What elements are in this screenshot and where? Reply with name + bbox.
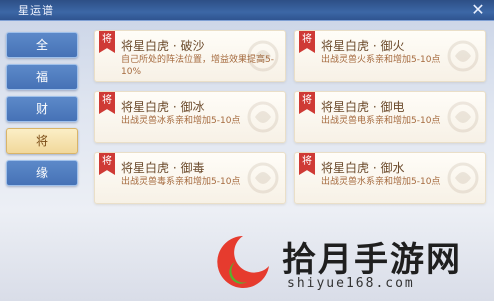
tab-all[interactable]: 全: [6, 32, 78, 58]
tab-label: 全: [35, 38, 48, 52]
watermark-brand: 拾月手游网: [282, 240, 462, 280]
card-title: 将星白虎 · 御水: [321, 161, 405, 175]
star-card-yushui[interactable]: 将 将星白虎 · 御水 出战灵兽水系亲和增加5-10点: [294, 152, 486, 204]
tiger-seal-icon: [247, 101, 279, 133]
tiger-seal-icon: [247, 162, 279, 194]
close-icon[interactable]: ✕: [468, 0, 488, 20]
general-badge: 将: [299, 153, 315, 175]
tab-general[interactable]: 将: [6, 128, 78, 154]
window-title: 星运谱: [18, 4, 54, 17]
general-badge: 将: [99, 31, 115, 53]
card-title: 将星白虎 · 御毒: [121, 161, 205, 175]
watermark-url: shiyue168.com: [287, 276, 415, 291]
tab-label: 缘: [35, 166, 48, 180]
star-card-posha[interactable]: 将 将星白虎 · 破沙 自己所处的阵法位置，增益效果提高5-10%: [94, 30, 286, 82]
card-title: 将星白虎 · 御火: [321, 39, 405, 53]
tiger-seal-icon: [447, 40, 479, 72]
tiger-seal-icon: [447, 162, 479, 194]
card-title: 将星白虎 · 御冰: [121, 100, 205, 114]
tiger-seal-icon: [247, 40, 279, 72]
window-header: 星运谱 ✕: [0, 0, 494, 21]
tab-label: 财: [35, 102, 48, 116]
general-badge: 将: [99, 153, 115, 175]
site-watermark: 拾月手游网 shiyue168.com: [0, 224, 494, 301]
tab-fate[interactable]: 缘: [6, 160, 78, 186]
star-card-yudu[interactable]: 将 将星白虎 · 御毒 出战灵兽毒系亲和增加5-10点: [94, 152, 286, 204]
tab-label: 福: [35, 70, 48, 84]
star-card-yuhuo[interactable]: 将 将星白虎 · 御火 出战灵兽火系亲和增加5-10点: [294, 30, 486, 82]
star-card-yudian[interactable]: 将 将星白虎 · 御电 出战灵兽电系亲和增加5-10点: [294, 91, 486, 143]
card-title: 将星白虎 · 破沙: [121, 39, 205, 53]
tiger-seal-icon: [447, 101, 479, 133]
moon-logo-icon: [217, 236, 269, 292]
tab-fortune[interactable]: 福: [6, 64, 78, 90]
general-badge: 将: [299, 92, 315, 114]
card-title: 将星白虎 · 御电: [321, 100, 405, 114]
tab-label: 将: [35, 134, 48, 148]
general-badge: 将: [299, 31, 315, 53]
general-badge: 将: [99, 92, 115, 114]
star-card-yubing[interactable]: 将 将星白虎 · 御冰 出战灵兽冰系亲和增加5-10点: [94, 91, 286, 143]
tab-wealth[interactable]: 财: [6, 96, 78, 122]
